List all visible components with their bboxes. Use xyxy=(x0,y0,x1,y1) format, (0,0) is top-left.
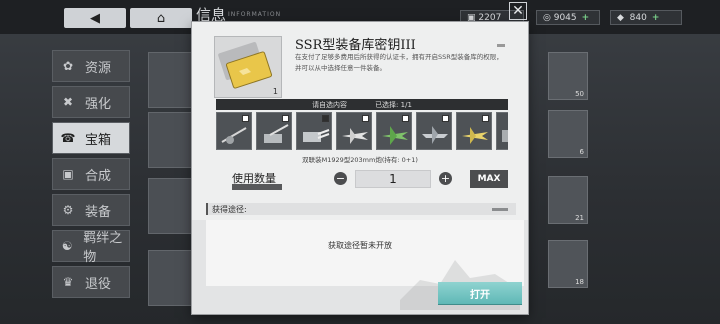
resource-icon: ✿ xyxy=(62,59,74,73)
item-thumbnail: 1 xyxy=(214,36,282,98)
option-item[interactable] xyxy=(496,112,508,150)
plus-button[interactable]: + xyxy=(439,172,452,185)
fuel-icon: ▣ xyxy=(467,12,476,23)
quantity-sublabel xyxy=(232,184,282,190)
checkbox[interactable] xyxy=(282,115,289,122)
sidebar-item-equipment[interactable]: ⚙ 装备 xyxy=(52,194,130,226)
checkbox[interactable] xyxy=(442,115,449,122)
option-item[interactable] xyxy=(256,112,292,150)
inventory-item[interactable]: 6 xyxy=(548,110,588,158)
checkbox[interactable] xyxy=(242,115,249,122)
retire-icon: ♛ xyxy=(62,275,74,289)
partial-item-icon xyxy=(502,130,508,142)
checkbox-checked[interactable] xyxy=(322,115,329,122)
inventory-item[interactable]: 50 xyxy=(548,52,588,100)
sidebar-item-retire[interactable]: ♛ 退役 xyxy=(52,266,130,298)
inventory-item[interactable] xyxy=(148,178,196,234)
open-button[interactable]: 打开 xyxy=(438,282,522,304)
option-item[interactable] xyxy=(216,112,252,150)
option-item[interactable] xyxy=(296,112,332,150)
sidebar: ✿ 资源 ✖ 强化 ☎ 宝箱 ▣ 合成 ⚙ 装备 ☯ 羁绊之物 ♛ 退役 xyxy=(52,50,130,302)
back-arrow-icon: ◀ xyxy=(90,10,100,26)
checkbox[interactable] xyxy=(482,115,489,122)
yellow-fighter-icon xyxy=(462,127,488,144)
option-item[interactable] xyxy=(376,112,412,150)
sidebar-item-chest[interactable]: ☎ 宝箱 xyxy=(52,122,130,154)
selected-count: 已选择: 1/1 xyxy=(375,100,412,109)
checkbox[interactable] xyxy=(362,115,369,122)
resource-gems: ◆ 840 + xyxy=(610,10,682,25)
checkbox[interactable] xyxy=(402,115,409,122)
naval-gun-icon xyxy=(264,124,289,143)
page-title-en: INFORMATION xyxy=(228,11,282,18)
sidebar-item-synthesis[interactable]: ▣ 合成 xyxy=(52,158,130,190)
max-button[interactable]: MAX xyxy=(470,170,508,188)
item-name: SSR型装备库密钥III xyxy=(295,38,416,53)
close-icon: ✕ xyxy=(512,3,524,19)
acquire-scrollbar[interactable] xyxy=(492,208,508,211)
select-title: 请自选内容 xyxy=(312,100,348,109)
equipment-icon: ⚙ xyxy=(62,203,74,217)
option-item[interactable] xyxy=(336,112,372,150)
minus-icon: − xyxy=(335,172,346,185)
resource-coins: ◎ 9045 + xyxy=(536,10,600,25)
sidebar-item-resources[interactable]: ✿ 资源 xyxy=(52,50,130,82)
key-card-icon xyxy=(218,42,273,89)
option-item[interactable] xyxy=(416,112,452,150)
twin-turret-icon xyxy=(303,129,330,142)
home-icon: ⌂ xyxy=(156,10,166,26)
acquire-header: 获得途径: xyxy=(206,203,516,215)
inventory-item[interactable] xyxy=(148,250,196,306)
header-bar xyxy=(206,203,208,215)
bond-icon: ☯ xyxy=(61,239,73,253)
sidebar-item-enhance[interactable]: ✖ 强化 xyxy=(52,86,130,118)
home-button[interactable]: ⌂ xyxy=(130,8,192,28)
option-list[interactable] xyxy=(216,112,508,152)
sidebar-item-bond[interactable]: ☯ 羁绊之物 xyxy=(52,230,130,265)
description-scrollbar[interactable] xyxy=(497,44,505,47)
selection-header: 请自选内容 已选择: 1/1 xyxy=(216,99,508,110)
dive-bomber-icon xyxy=(422,126,448,144)
gem-icon: ◆ xyxy=(617,12,624,23)
green-fighter-icon xyxy=(382,126,408,145)
option-item[interactable] xyxy=(456,112,492,150)
close-button[interactable]: ✕ xyxy=(509,2,527,20)
wrench-icon: ✖ xyxy=(62,95,74,109)
inventory-item[interactable]: 18 xyxy=(548,240,588,288)
inventory-item[interactable] xyxy=(148,52,196,108)
plus-icon[interactable]: + xyxy=(652,13,660,23)
item-description: 在支付了足够多费用后所获得的认证卡，拥有开启SSR型装备库的权限，并可以从中选择… xyxy=(295,53,503,72)
fighter-plane-icon xyxy=(342,128,368,144)
back-button[interactable]: ◀ xyxy=(64,8,126,28)
coin-icon: ◎ xyxy=(543,12,551,23)
item-dialog: 1 SSR型装备库密钥III 在支付了足够多费用后所获得的认证卡，拥有开启SSR… xyxy=(192,22,528,314)
synthesis-icon: ▣ xyxy=(62,167,74,181)
minus-button[interactable]: − xyxy=(334,172,347,185)
plus-icon[interactable]: + xyxy=(582,13,590,23)
plus-icon: + xyxy=(440,172,451,185)
option-name: 双联装M1929型203mm炮(持有: 0+1) xyxy=(302,156,418,164)
inventory-item[interactable]: 21 xyxy=(548,176,588,224)
quantity-field[interactable]: 1 xyxy=(355,170,431,188)
inventory-item[interactable] xyxy=(148,112,196,168)
anti-aircraft-gun-icon xyxy=(221,127,247,144)
chest-icon: ☎ xyxy=(60,131,76,145)
